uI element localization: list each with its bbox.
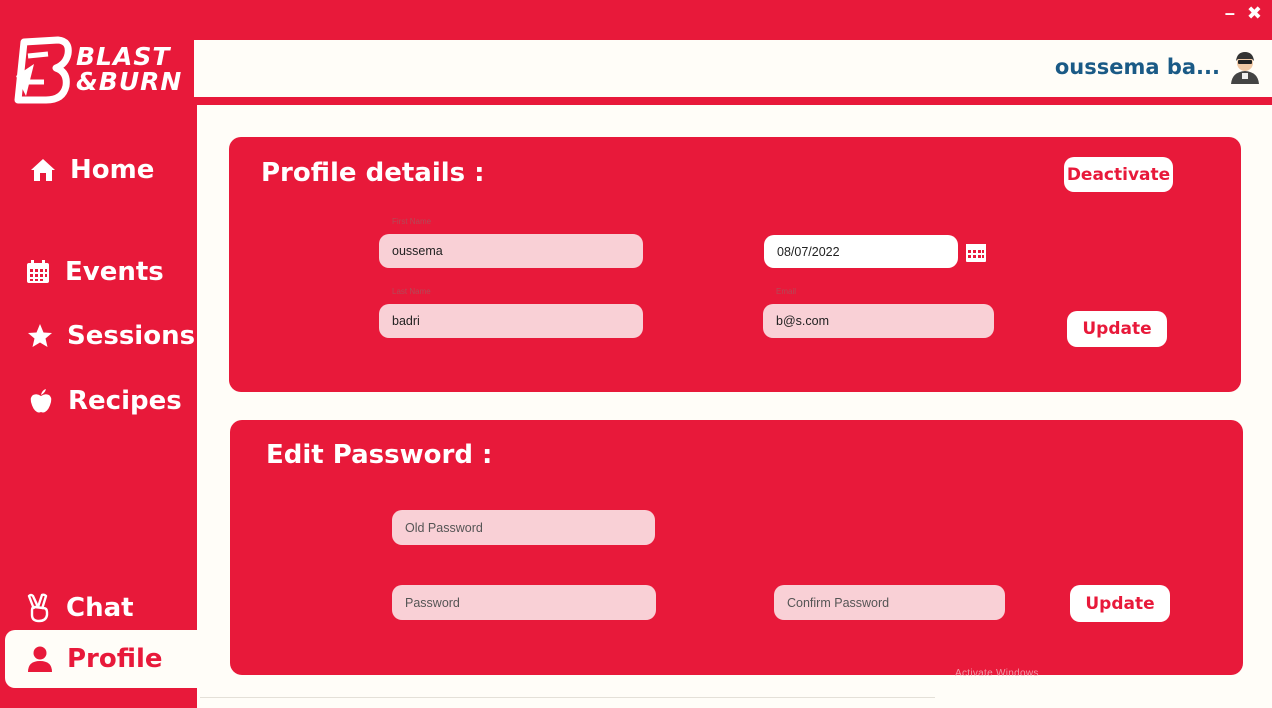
brand-line-1: BLAST (76, 42, 171, 71)
calendar-picker-icon[interactable] (965, 241, 987, 263)
top-header: oussema ba... (194, 40, 1272, 100)
sidebar-item-label: Sessions (67, 321, 196, 351)
close-button[interactable]: ✖ (1247, 4, 1262, 22)
apple-icon (26, 386, 56, 416)
watermark-text: Activate Windows (955, 668, 1039, 679)
user-icon (25, 644, 55, 674)
user-name: oussema ba... (1054, 55, 1220, 79)
minimize-button[interactable]: – (1225, 4, 1235, 22)
sidebar-item-profile[interactable]: Profile (5, 630, 197, 688)
last-name-label: Last Name (392, 287, 431, 296)
window-controls: – ✖ (1225, 4, 1262, 22)
email-field[interactable]: b@s.com (763, 304, 994, 338)
new-password-field[interactable]: Password (392, 585, 656, 620)
brand-logo: BLAST &BURN (14, 36, 184, 106)
sidebar-item-label: Chat (66, 593, 134, 623)
star-icon (25, 321, 55, 351)
logo-b-icon (14, 36, 72, 104)
brand-name: BLAST &BURN (76, 44, 182, 94)
deactivate-button[interactable]: Deactivate (1064, 157, 1173, 192)
edit-password-title: Edit Password : (266, 440, 493, 470)
home-icon (28, 155, 58, 185)
sidebar-item-label: Recipes (68, 386, 182, 416)
sidebar-item-label: Profile (67, 644, 163, 674)
avatar-icon[interactable] (1228, 50, 1262, 84)
user-menu[interactable]: oussema ba... (1055, 50, 1262, 84)
sidebar-item-events[interactable]: Events (0, 244, 197, 300)
profile-details-title: Profile details : (261, 158, 485, 188)
peace-hand-icon (24, 593, 54, 623)
sidebar-item-home[interactable]: Home (0, 142, 197, 198)
first-name-label: First Name (392, 217, 432, 226)
calendar-icon (23, 257, 53, 287)
sidebar-item-chat[interactable]: Chat (0, 580, 197, 636)
update-profile-button[interactable]: Update (1067, 311, 1167, 347)
sidebar-item-sessions[interactable]: Sessions (0, 308, 197, 364)
confirm-password-field[interactable]: Confirm Password (774, 585, 1005, 620)
old-password-field[interactable]: Old Password (392, 510, 655, 545)
brand-line-2: &BURN (76, 67, 183, 96)
sidebar-item-label: Events (65, 257, 164, 287)
sidebar-item-label: Home (70, 155, 155, 185)
first-name-field[interactable]: oussema (379, 234, 643, 268)
divider (200, 697, 935, 698)
email-label: Email (776, 287, 797, 296)
sidebar-item-recipes[interactable]: Recipes (0, 373, 197, 429)
update-password-button[interactable]: Update (1070, 585, 1170, 622)
last-name-field[interactable]: badri (379, 304, 643, 338)
birth-date-picker[interactable]: 08/07/2022 (764, 235, 958, 268)
